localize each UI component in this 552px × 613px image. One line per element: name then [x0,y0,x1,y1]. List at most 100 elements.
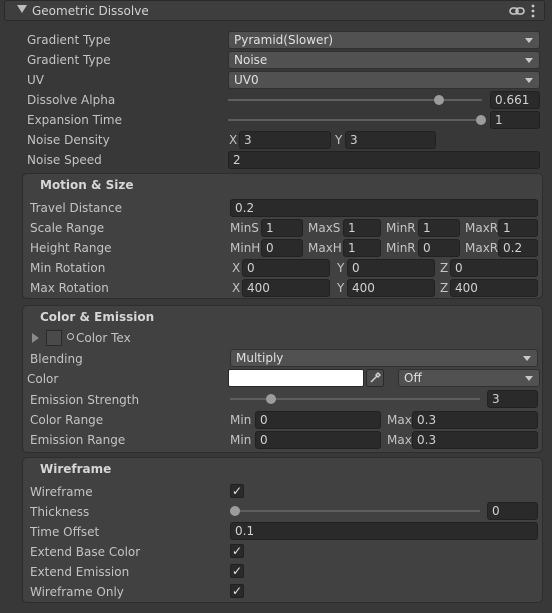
color-range-label: Color Range [30,413,104,427]
color-swatch[interactable] [228,369,364,387]
time-offset-field[interactable]: 0.1 [230,522,538,540]
wireframe-title[interactable]: Wireframe [40,462,111,476]
expansion-time-label: Expansion Time [27,113,122,127]
height-min-h-label: MinH [230,241,261,255]
height-max-r-label: MaxR [465,241,499,255]
min-rotation-x-label: X [232,261,241,275]
dissolve-alpha-label: Dissolve Alpha [27,93,116,107]
extend-emission-label: Extend Emission [30,565,130,579]
extend-emission-checkbox[interactable]: ✓ [230,564,244,578]
hdr-dropdown[interactable]: Off [398,369,540,387]
expansion-time-slider[interactable] [228,119,482,121]
color-range-max-label: Max [387,413,412,427]
foldout-arrow-icon[interactable] [17,5,27,13]
travel-distance-field[interactable]: 0.2 [230,199,538,217]
blending-value: Multiply [236,351,284,365]
max-rotation-x-field[interactable]: 400 [242,279,330,297]
chevron-right-icon[interactable] [32,333,39,343]
thickness-label: Thickness [30,505,90,519]
extend-base-color-label: Extend Base Color [30,545,141,559]
emission-strength-label: Emission Strength [30,393,140,407]
gradient-type-2-label: Gradient Type [27,53,111,67]
emission-range-label: Emission Range [30,433,126,447]
chevron-down-icon [525,376,533,381]
color-tex-label: Color Tex [76,331,131,345]
noise-density-x-label: X [229,133,238,147]
color-label: Color [27,372,59,386]
noise-density-x-field[interactable]: 3 [239,131,331,149]
height-min-r-label: MinR [386,241,416,255]
thickness-slider[interactable] [230,510,480,512]
wireframe-label: Wireframe [30,485,93,499]
min-rotation-y-field[interactable]: 0 [347,259,435,277]
chevron-down-icon [525,58,533,63]
noise-density-label: Noise Density [27,133,110,147]
thickness-slider-handle[interactable] [230,506,240,516]
thickness-field[interactable]: 0 [487,502,538,520]
scale-min-s-field[interactable]: 1 [261,219,303,237]
scale-max-r-field[interactable]: 1 [498,219,538,237]
component-header[interactable]: Geometric Dissolve [4,0,545,21]
max-rotation-x-label: X [232,281,241,295]
max-rotation-z-label: Z [440,281,449,295]
gradient-type-dropdown[interactable]: Pyramid(Slower) [228,31,540,49]
scale-max-s-field[interactable]: 1 [343,219,381,237]
emission-range-max-label: Max [387,433,412,447]
gradient-type-value: Pyramid(Slower) [234,33,334,47]
uv-label: UV [27,73,44,87]
dissolve-alpha-slider-handle[interactable] [434,95,444,105]
blending-dropdown[interactable]: Multiply [230,349,538,367]
min-rotation-y-label: Y [337,261,345,275]
extend-base-color-checkbox[interactable]: ✓ [230,544,244,558]
circle-dot-icon[interactable] [67,333,74,340]
motion-size-title[interactable]: Motion & Size [40,178,134,192]
link-icon[interactable] [509,5,525,17]
dissolve-alpha-field[interactable]: 0.661 [490,91,540,109]
color-range-min-field[interactable]: 0 [255,411,381,429]
min-rotation-z-field[interactable]: 0 [450,259,538,277]
travel-distance-label: Travel Distance [30,201,122,215]
kebab-menu-icon[interactable] [531,4,535,18]
noise-density-y-field[interactable]: 3 [345,131,436,149]
uv-value: UV0 [234,73,259,87]
texture-thumbnail[interactable] [46,330,62,346]
emission-range-max-field[interactable]: 0.3 [412,431,538,449]
color-range-min-label: Min [230,413,252,427]
gradient-type-label: Gradient Type [27,33,111,47]
emission-strength-slider-handle[interactable] [266,394,276,404]
emission-range-min-field[interactable]: 0 [255,431,381,449]
scale-max-r-label: MaxR [465,221,499,235]
wireframe-only-label: Wireframe Only [30,585,124,599]
height-max-r-field[interactable]: 0.2 [498,239,538,257]
component-title: Geometric Dissolve [32,4,149,18]
blending-label: Blending [30,352,83,366]
chevron-down-icon [525,38,533,43]
noise-speed-label: Noise Speed [27,153,102,167]
min-rotation-x-field[interactable]: 0 [242,259,330,277]
scale-min-r-field[interactable]: 1 [418,219,460,237]
height-max-h-label: MaxH [308,241,342,255]
height-max-h-field[interactable]: 1 [343,239,381,257]
eyedropper-icon[interactable] [366,369,384,387]
uv-dropdown[interactable]: UV0 [228,71,540,89]
min-rotation-z-label: Z [440,261,449,275]
emission-strength-field[interactable]: 3 [487,390,538,408]
noise-speed-field[interactable]: 2 [228,151,540,169]
expansion-time-field[interactable]: 1 [490,111,540,129]
emission-range-min-label: Min [230,433,252,447]
wireframe-checkbox[interactable]: ✓ [230,484,244,498]
color-emission-title[interactable]: Color & Emission [40,310,154,324]
max-rotation-y-field[interactable]: 400 [347,279,435,297]
expansion-time-slider-handle[interactable] [476,115,486,125]
max-rotation-y-label: Y [337,281,345,295]
color-range-max-field[interactable]: 0.3 [412,411,538,429]
max-rotation-label: Max Rotation [30,281,109,295]
gradient-type-2-dropdown[interactable]: Noise [228,51,540,69]
height-min-r-field[interactable]: 0 [418,239,460,257]
height-min-h-field[interactable]: 0 [261,239,303,257]
wireframe-only-checkbox[interactable]: ✓ [230,584,244,598]
noise-density-y-label: Y [335,133,343,147]
scale-max-s-label: MaxS [308,221,341,235]
chevron-down-icon [523,356,531,361]
max-rotation-z-field[interactable]: 400 [450,279,538,297]
